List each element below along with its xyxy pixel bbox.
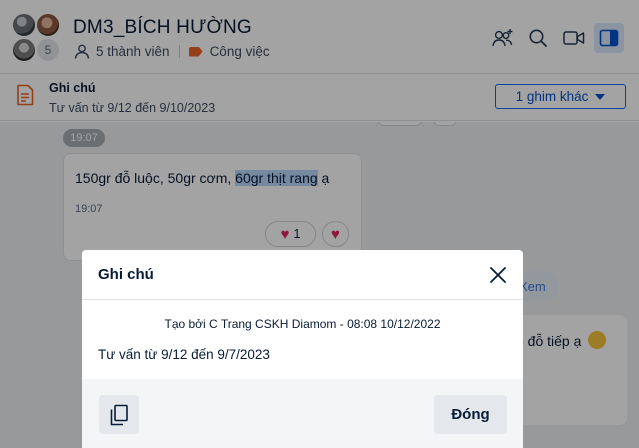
dialog-title: Ghi chú: [98, 266, 154, 283]
close-dialog-button[interactable]: Đóng: [434, 395, 507, 434]
close-button[interactable]: [487, 264, 509, 286]
dialog-body: Tạo bởi C Trang CSKH Diamom - 08:08 10/1…: [82, 300, 523, 379]
dialog-footer: Đóng: [82, 379, 523, 448]
copy-icon: [110, 404, 128, 425]
dialog-header: Ghi chú: [82, 250, 523, 300]
note-dialog: Ghi chú Tạo bởi C Trang CSKH Diamom - 08…: [82, 250, 523, 448]
note-content: Tư vấn từ 9/12 đến 9/7/2023: [98, 347, 270, 362]
close-icon: [490, 267, 506, 283]
note-created-by: Tạo bởi C Trang CSKH Diamom - 08:08 10/1…: [164, 317, 441, 331]
copy-button[interactable]: [99, 395, 139, 434]
